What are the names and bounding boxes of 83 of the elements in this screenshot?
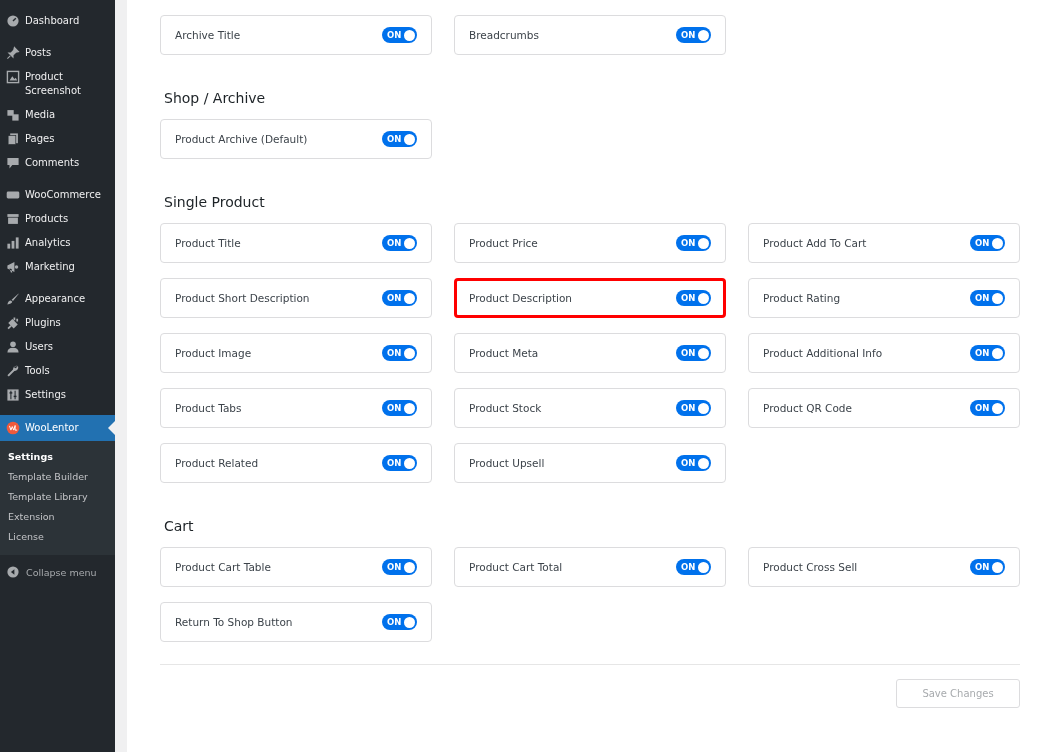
pages-icon <box>6 132 20 146</box>
toggle-switch[interactable]: ON <box>970 235 1005 251</box>
toggle-switch[interactable]: ON <box>382 455 417 471</box>
toggle-switch[interactable]: ON <box>382 235 417 251</box>
sidebar-item[interactable]: Marketing <box>0 255 115 279</box>
media-icon <box>6 108 20 122</box>
sidebar-item[interactable]: WooCommerce <box>0 183 115 207</box>
setting-label: Product Upsell <box>469 457 545 469</box>
setting-label: Product Add To Cart <box>763 237 867 249</box>
setting-label: Product Additional Info <box>763 347 883 359</box>
sidebar-item[interactable]: Appearance <box>0 287 115 311</box>
setting-label: Product Cross Sell <box>763 561 858 573</box>
toggle-switch[interactable]: ON <box>676 345 711 361</box>
setting-label: Product Description <box>469 292 572 304</box>
sidebar-item[interactable]: Pages <box>0 127 115 151</box>
toggle-switch[interactable]: ON <box>970 345 1005 361</box>
submenu-item[interactable]: License <box>0 527 115 547</box>
sidebar-item[interactable]: Dashboard <box>0 9 115 33</box>
plugin-logo-icon <box>6 421 20 435</box>
plug-icon <box>6 316 20 330</box>
section-heading: Single Product <box>164 194 266 210</box>
brush-icon <box>6 292 20 306</box>
sidebar-item[interactable]: Settings <box>0 383 115 407</box>
setting-label: Product Meta <box>469 347 539 359</box>
sidebar-item[interactable]: Product Screenshot <box>0 65 115 103</box>
collapse-icon <box>6 565 20 579</box>
toggle-switch[interactable]: ON <box>382 614 417 630</box>
setting-label: Product Stock <box>469 402 542 414</box>
setting-label: Product Archive (Default) <box>175 133 308 145</box>
submenu-item[interactable]: Extension <box>0 507 115 527</box>
toggle-switch[interactable]: ON <box>970 290 1005 306</box>
setting-label: Product Short Description <box>175 292 310 304</box>
wrench-icon <box>6 364 20 378</box>
gauge-icon <box>6 14 20 28</box>
toggle-switch[interactable]: ON <box>676 235 711 251</box>
setting-label: Product Price <box>469 237 538 249</box>
setting-label: Product Cart Table <box>175 561 271 573</box>
submenu-item[interactable]: Settings <box>0 447 115 467</box>
sidebar-item[interactable]: Products <box>0 207 115 231</box>
toggle-switch[interactable]: ON <box>382 400 417 416</box>
collapse-menu-button[interactable]: Collapse menu <box>0 555 115 589</box>
submenu-item[interactable]: Template Library <box>0 487 115 507</box>
toggle-switch[interactable]: ON <box>676 27 711 43</box>
setting-label: Return To Shop Button <box>175 616 293 628</box>
submenu-item[interactable]: Template Builder <box>0 467 115 487</box>
toggle-switch[interactable]: ON <box>382 345 417 361</box>
user-icon <box>6 340 20 354</box>
setting-label: Product Image <box>175 347 252 359</box>
setting-label: Breadcrumbs <box>469 29 539 41</box>
image-icon <box>6 70 20 84</box>
toggle-switch[interactable]: ON <box>676 455 711 471</box>
setting-label: Product QR Code <box>763 402 852 414</box>
setting-label: Archive Title <box>175 29 241 41</box>
toggle-switch[interactable]: ON <box>970 400 1005 416</box>
box-icon <box>6 212 20 226</box>
setting-label: Product Cart Total <box>469 561 563 573</box>
toggle-switch[interactable]: ON <box>382 131 417 147</box>
sidebar-item[interactable]: Analytics <box>0 231 115 255</box>
bar-chart-icon <box>6 236 20 250</box>
section-heading: Shop / Archive <box>164 90 267 106</box>
setting-label: Product Related <box>175 457 259 469</box>
setting-label: Product Title <box>175 237 241 249</box>
toggle-switch[interactable]: ON <box>382 290 417 306</box>
sidebar-item[interactable]: Posts <box>0 41 115 65</box>
toggle-switch[interactable]: ON <box>382 559 417 575</box>
sidebar-item[interactable]: Plugins <box>0 311 115 335</box>
setting-label: Product Tabs <box>175 402 242 414</box>
sidebar-item[interactable]: WooLentor <box>0 415 115 441</box>
sidebar-item[interactable]: Comments <box>0 151 115 175</box>
toggle-switch[interactable]: ON <box>676 559 711 575</box>
toggle-switch[interactable]: ON <box>382 27 417 43</box>
sidebar-item[interactable]: Media <box>0 103 115 127</box>
settings-icon <box>6 388 20 402</box>
speech-bubble-icon <box>6 156 20 170</box>
sidebar-item[interactable]: Tools <box>0 359 115 383</box>
sidebar-item[interactable]: Users <box>0 335 115 359</box>
section-heading: Cart <box>164 518 195 534</box>
pin-icon <box>6 46 20 60</box>
toggle-switch[interactable]: ON <box>676 400 711 416</box>
toggle-switch[interactable]: ON <box>970 559 1005 575</box>
megaphone-icon <box>6 260 20 274</box>
toggle-switch[interactable]: ON <box>676 290 711 306</box>
setting-label: Product Rating <box>763 292 841 304</box>
